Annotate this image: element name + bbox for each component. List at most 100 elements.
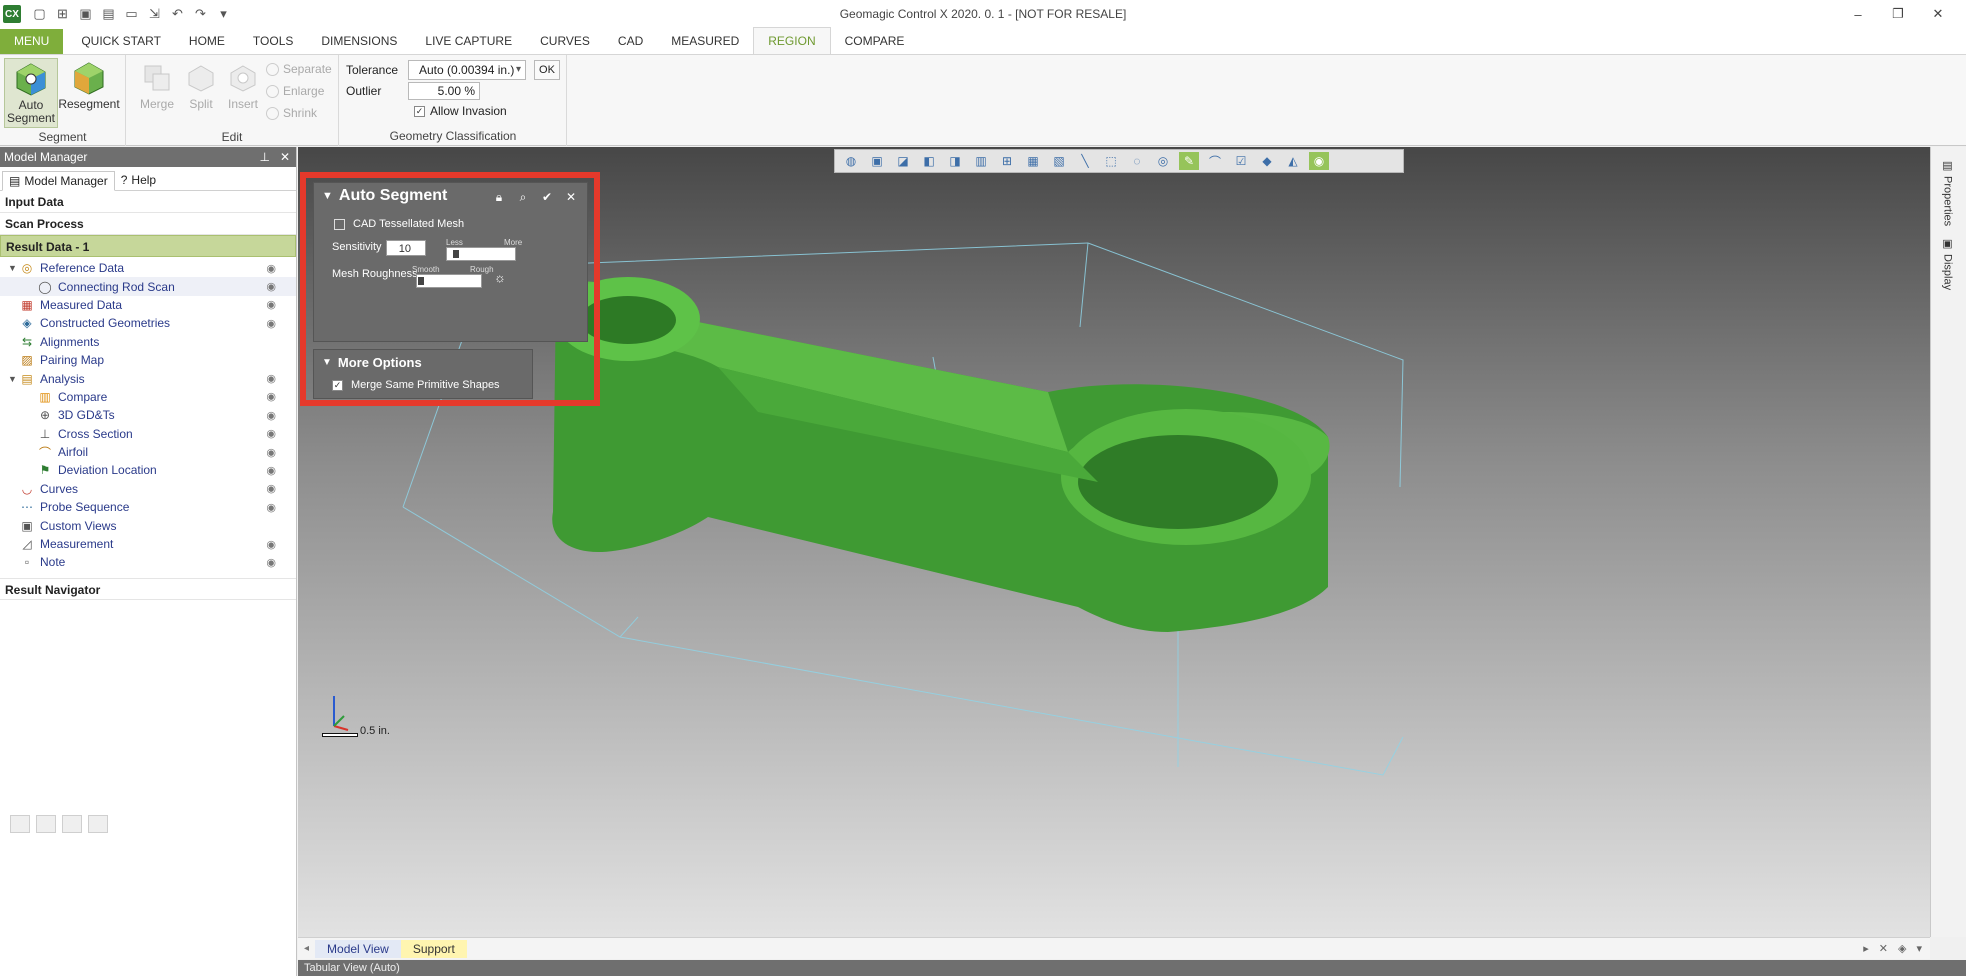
tab-measured[interactable]: MEASURED [657,29,753,54]
3d-viewport[interactable]: ◍ ▣ ◪ ◧ ◨ ▥ ⊞ ▦ ▧ ╲ ⬚ ◌ ◎ ✎ ⌒ ☑ ◆ ◭ ◉ ▼ … [298,147,1930,937]
separate-button[interactable]: Separate [266,62,332,76]
tab-curves[interactable]: CURVES [526,29,604,54]
lock-icon[interactable]: 🔒︎ [489,187,509,207]
visibility-eye-icon[interactable]: ◉ [266,427,276,440]
scan-process-section[interactable]: Scan Process [0,213,296,235]
shrink-button[interactable]: Shrink [266,106,317,120]
resegment-button[interactable]: Resegment [58,58,120,128]
minimize-icon[interactable]: – [1838,0,1878,28]
nav-last-icon[interactable] [88,815,108,833]
grid-view-icon[interactable]: ▦ [1023,152,1043,170]
visibility-eye-icon[interactable]: ◉ [266,280,276,293]
visibility-eye-icon[interactable]: ◉ [266,262,276,275]
outlier-input[interactable]: 5.00 % [408,82,480,100]
display-dock-tab[interactable]: ▣ Display [1941,237,1954,290]
cancel-close-icon[interactable]: ✕ [561,187,581,207]
auto-segment-button[interactable]: Auto Segment [4,58,58,128]
tab-compare[interactable]: COMPARE [831,29,919,54]
sensitivity-slider-thumb[interactable] [453,250,460,258]
tree-item[interactable]: ⚑ Deviation Location ◉ [0,461,296,479]
check-mesh-icon[interactable]: ☑ [1231,152,1251,170]
tree-item[interactable]: ▦ Measured Data ◉ [0,296,296,314]
tab-help[interactable]: ? Help [115,170,162,190]
front-view-icon[interactable]: ◪ [893,152,913,170]
tree-item[interactable]: ▥ Compare ◉ [0,388,296,406]
qat-dropdown-icon[interactable]: ▾ [215,6,232,23]
tab-support[interactable]: Support [400,939,467,958]
import-icon[interactable]: ⇲ [146,6,163,23]
tab-tools[interactable]: TOOLS [239,29,307,54]
new-file-icon[interactable]: ▢ [31,6,48,23]
visibility-eye-icon[interactable]: ◉ [266,446,276,459]
circle-select-icon[interactable]: ◌ [1127,152,1147,170]
tab-menu[interactable]: MENU [0,29,64,54]
undo-icon[interactable]: ↶ [169,6,186,23]
tab-model-manager[interactable]: ▤ Model Manager [2,171,115,191]
tab-quick-start[interactable]: QUICK START [67,29,175,54]
open-folder-icon[interactable]: ▭ [123,6,140,23]
tree-item[interactable]: ⇆ Alignments [0,333,296,351]
tree-item[interactable]: ▨ Pairing Map [0,351,296,369]
visibility-eye-icon[interactable]: ◉ [266,556,276,569]
tab-dimensions[interactable]: DIMENSIONS [307,29,411,54]
tree-item[interactable]: ▼ ◎ Reference Data ◉ [0,259,296,277]
preview-search-icon[interactable]: ⌕ [513,187,533,207]
visibility-eye-icon[interactable]: ◉ [266,317,276,330]
tab-model-view[interactable]: Model View [315,939,401,958]
close-panel-icon[interactable]: ✕ [280,150,290,164]
tile-view-icon[interactable]: ▧ [1049,152,1069,170]
surface-icon[interactable]: ◆ [1257,152,1277,170]
tree-item[interactable]: ▣ Custom Views [0,516,296,534]
tolerance-ok-button[interactable]: OK [534,60,560,80]
paint-select-icon[interactable]: ⌒ [1205,152,1225,170]
visibility-eye-icon[interactable]: ◉ [266,390,276,403]
line-select-icon[interactable]: ╲ [1075,152,1095,170]
visibility-eye-icon[interactable]: ◉ [266,464,276,477]
merge-same-checkbox[interactable]: ✓ Merge Same Primitive Shapes [332,379,500,391]
confirm-check-icon[interactable]: ✔ [537,187,557,207]
tolerance-select[interactable]: Auto (0.00394 in.) [408,60,526,80]
roughness-slider[interactable] [416,274,482,288]
enlarge-button[interactable]: Enlarge [266,84,324,98]
tree-item[interactable]: ◈ Constructed Geometries ◉ [0,314,296,332]
tabs-scroll-right-icon[interactable]: ▸ [1863,942,1869,955]
allow-invasion-checkbox[interactable]: ✓ Allow Invasion [414,104,507,118]
tab-home[interactable]: HOME [175,29,239,54]
pin-icon[interactable]: ⊥ [259,150,269,164]
tree-item[interactable]: ◯ Connecting Rod Scan ◉ [0,277,296,296]
expand-arrow-icon[interactable]: ▼ [8,263,20,273]
redo-icon[interactable]: ↷ [192,6,209,23]
expand-arrow-icon[interactable]: ▼ [8,374,20,384]
nav-first-icon[interactable] [10,815,30,833]
collapse-arrow-icon[interactable]: ▼ [322,190,333,202]
result-data-section[interactable]: Result Data - 1 [0,235,296,257]
save-icon[interactable]: ▣ [77,6,94,23]
roughness-slider-thumb[interactable] [418,277,425,285]
brush-select-icon[interactable]: ✎ [1179,152,1199,170]
tree-item[interactable]: ⋯ Probe Sequence ◉ [0,498,296,516]
tree-item[interactable]: ⊕ 3D GD&Ts ◉ [0,406,296,424]
visibility-eye-icon[interactable]: ◉ [266,501,276,514]
close-window-icon[interactable]: ✕ [1918,0,1958,28]
tabs-close-icon[interactable]: ✕ [1879,942,1888,955]
input-data-section[interactable]: Input Data [0,191,296,213]
cube-view-icon[interactable]: ▣ [867,152,887,170]
tree-item[interactable]: ⌒ Airfoil ◉ [0,443,296,461]
globe-view-icon[interactable]: ◍ [841,152,861,170]
tree-item[interactable]: ▼ ▤ Analysis ◉ [0,369,296,387]
visibility-icon[interactable]: ◉ [1309,152,1329,170]
tabs-pin-icon[interactable]: ◈ [1898,942,1906,955]
tree-item[interactable]: ◿ Measurement ◉ [0,535,296,553]
lasso-select-icon[interactable]: ◎ [1153,152,1173,170]
section-view-icon[interactable]: ◧ [919,152,939,170]
app-icon[interactable]: CX [3,5,21,23]
tabs-menu-icon[interactable]: ▾ [1916,942,1922,955]
more-options-header[interactable]: ▼ More Options [322,355,422,370]
cad-tessellated-checkbox[interactable]: CAD Tessellated Mesh [334,218,464,230]
tree-item[interactable]: ▫ Note ◉ [0,553,296,571]
visibility-eye-icon[interactable]: ◉ [266,409,276,422]
insert-button[interactable]: Insert [216,58,270,128]
visibility-eye-icon[interactable]: ◉ [266,298,276,311]
restore-icon[interactable]: ❐ [1878,0,1918,28]
split-view-icon[interactable]: ▥ [971,152,991,170]
